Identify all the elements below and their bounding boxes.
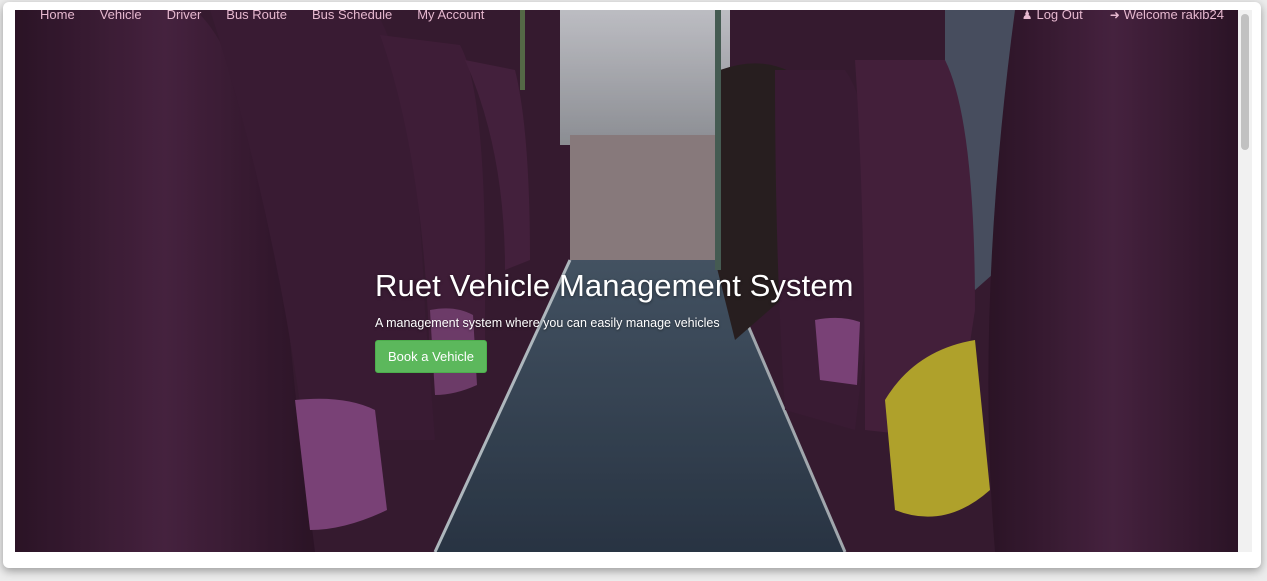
welcome-label: Welcome rakib24 — [1123, 10, 1224, 22]
nav-home-link[interactable]: Home — [40, 10, 75, 22]
logout-label: Log Out — [1036, 10, 1083, 22]
logout-link[interactable]: ♟ Log Out — [1022, 10, 1083, 22]
hero-subtitle: A management system where you can easily… — [375, 316, 720, 330]
hero-title: Ruet Vehicle Management System — [375, 268, 854, 303]
top-navbar: Home Vehicle Driver Bus Route Bus Schedu… — [15, 10, 1238, 26]
nav-my-account-link[interactable]: My Account — [417, 10, 484, 22]
login-icon: ➜ — [1109, 10, 1120, 22]
nav-bus-route-link[interactable]: Bus Route — [226, 10, 287, 22]
nav-vehicle-link[interactable]: Vehicle — [100, 10, 142, 22]
nav-user-links: ♟ Log Out ➜ Welcome rakib24 — [995, 10, 1224, 22]
browser-viewport: Home Vehicle Driver Bus Route Bus Schedu… — [15, 10, 1238, 552]
scrollbar-thumb[interactable] — [1241, 14, 1249, 150]
user-icon: ♟ — [1021, 10, 1033, 22]
hero-section: Ruet Vehicle Management System A managem… — [375, 268, 854, 373]
nav-bus-schedule-link[interactable]: Bus Schedule — [312, 10, 392, 22]
page-scrollbar[interactable] — [1238, 10, 1252, 552]
book-vehicle-button[interactable]: Book a Vehicle — [375, 340, 488, 373]
nav-links: Home Vehicle Driver Bus Route Bus Schedu… — [40, 10, 509, 22]
nav-driver-link[interactable]: Driver — [167, 10, 202, 22]
welcome-user-link[interactable]: ➜ Welcome rakib24 — [1110, 10, 1224, 22]
